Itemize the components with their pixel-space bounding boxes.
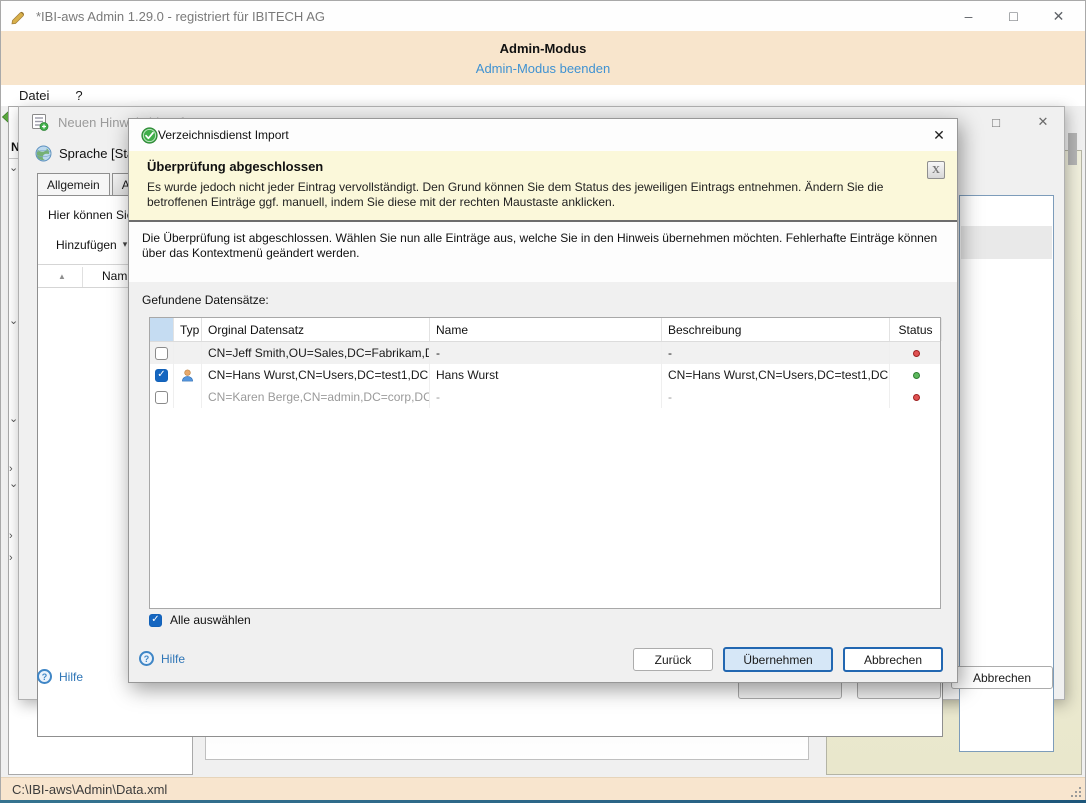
row-original: CN=Jeff Smith,OU=Sales,DC=Fabrikam,D... xyxy=(202,342,430,364)
header-checkbox-column[interactable] xyxy=(150,318,174,341)
window-controls: – □ ✕ xyxy=(946,1,1081,31)
side-list-header xyxy=(961,226,1052,259)
banner-dismiss-button[interactable]: X xyxy=(927,161,945,179)
hinweis-maximize-button[interactable]: □ xyxy=(979,111,1013,133)
select-all-row[interactable]: ✓ Alle auswählen xyxy=(149,613,251,627)
select-all-label: Alle auswählen xyxy=(170,613,251,627)
records-table: Typ Orginal Datensatz Name Beschreibung … xyxy=(149,317,941,609)
header-original-datensatz[interactable]: Orginal Datensatz xyxy=(202,318,430,341)
add-dropdown-button[interactable]: Hinzufügen ▾ xyxy=(48,234,135,255)
tab-allgemein[interactable]: Allgemein xyxy=(37,173,110,196)
menu-bar: Datei ? xyxy=(1,85,1085,106)
header-status[interactable]: Status xyxy=(890,318,942,341)
row-description: - xyxy=(662,342,890,364)
select-all-checkbox[interactable]: ✓ xyxy=(149,614,162,627)
import-description: Die Überprüfung ist abgeschlossen. Wähle… xyxy=(129,222,957,282)
back-button[interactable]: Zurück xyxy=(633,648,713,671)
status-dot xyxy=(913,350,920,357)
hint-text: Hier können Sie xyxy=(48,208,133,222)
import-dialog: Verzeichnisdienst Import ✕ Überprüfung a… xyxy=(128,118,958,683)
status-path: C:\IBI-aws\Admin\Data.xml xyxy=(12,782,167,797)
row-checkbox[interactable]: ✓ xyxy=(155,369,168,382)
row-name: - xyxy=(430,342,662,364)
app-window: *IBI-aws Admin 1.29.0 - registriert für … xyxy=(0,0,1086,803)
import-close-button[interactable]: ✕ xyxy=(929,126,949,144)
hinweis-help-label: Hilfe xyxy=(59,670,83,684)
resize-grip[interactable] xyxy=(1071,787,1081,797)
row-name: Hans Wurst xyxy=(430,364,662,386)
row-original: CN=Karen Berge,CN=admin,DC=corp,DC... xyxy=(202,386,430,408)
status-banner: Überprüfung abgeschlossen Es wurde jedoc… xyxy=(129,151,957,220)
import-help-link[interactable]: ? Hilfe xyxy=(139,651,185,666)
hinweis-help-link[interactable]: ? Hilfe xyxy=(37,669,83,684)
admin-mode-exit-link[interactable]: Admin-Modus beenden xyxy=(476,61,610,76)
minimize-button[interactable]: – xyxy=(946,1,991,31)
sort-asc-icon[interactable]: ▲ xyxy=(58,272,66,281)
user-icon xyxy=(180,368,195,383)
scrollbar-thumb[interactable] xyxy=(1068,133,1077,165)
table-header-row: Typ Orginal Datensatz Name Beschreibung … xyxy=(150,318,940,342)
globe-icon xyxy=(35,145,52,162)
check-icon: ✓ xyxy=(157,348,165,358)
dropdown-caret-icon: ▾ xyxy=(123,239,128,250)
table-row[interactable]: ✓ CN=Jeff Smith,OU=Sales,DC=Fabrikam,D..… xyxy=(150,342,940,364)
column-divider xyxy=(82,267,83,287)
check-icon: ✓ xyxy=(157,392,165,402)
row-original: CN=Hans Wurst,CN=Users,DC=test1,DC... xyxy=(202,364,430,386)
check-icon: ✓ xyxy=(151,615,159,625)
import-help-label: Hilfe xyxy=(161,652,185,666)
close-button[interactable]: ✕ xyxy=(1036,1,1081,31)
row-description: - xyxy=(662,386,890,408)
hinweis-cancel-button[interactable]: Abbrechen xyxy=(951,666,1053,689)
menu-item-datei[interactable]: Datei xyxy=(19,88,49,103)
header-typ[interactable]: Typ xyxy=(174,318,202,341)
row-description: CN=Hans Wurst,CN=Users,DC=test1,DC... xyxy=(662,364,890,386)
table-row[interactable]: ✓ CN=Karen Berge,CN=admin,DC=corp,DC... … xyxy=(150,386,940,408)
check-icon: ✓ xyxy=(157,370,165,380)
row-type xyxy=(174,386,202,408)
apply-button[interactable]: Übernehmen xyxy=(723,647,833,672)
status-bar: C:\IBI-aws\Admin\Data.xml xyxy=(1,777,1085,800)
help-icon: ? xyxy=(37,669,52,684)
help-icon: ? xyxy=(139,651,154,666)
success-check-icon xyxy=(141,127,158,144)
row-checkbox[interactable]: ✓ xyxy=(155,391,168,404)
row-checkbox[interactable]: ✓ xyxy=(155,347,168,360)
new-hint-icon xyxy=(31,113,49,131)
add-button-label: Hinzufügen xyxy=(56,238,117,252)
table-row[interactable]: ✓ CN=Hans Wurst,CN=Users,DC=test1,DC... … xyxy=(150,364,940,386)
import-dialog-title: Verzeichnisdienst Import xyxy=(158,128,289,142)
menu-item-help[interactable]: ? xyxy=(75,88,82,103)
app-logo-icon xyxy=(10,8,27,25)
row-type xyxy=(174,342,202,364)
row-type xyxy=(174,364,202,386)
admin-mode-banner: Admin-Modus Admin-Modus beenden xyxy=(1,31,1085,85)
status-dot xyxy=(913,394,920,401)
records-label: Gefundene Datensätze: xyxy=(142,293,269,307)
banner-heading: Überprüfung abgeschlossen xyxy=(147,159,917,174)
status-dot xyxy=(913,372,920,379)
admin-mode-heading: Admin-Modus xyxy=(500,41,587,56)
banner-text: Es wurde jedoch nicht jeder Eintrag verv… xyxy=(147,180,907,210)
cancel-button[interactable]: Abbrechen xyxy=(843,647,943,672)
row-name: - xyxy=(430,386,662,408)
window-title: *IBI-aws Admin 1.29.0 - registriert für … xyxy=(36,9,325,24)
maximize-button[interactable]: □ xyxy=(991,1,1036,31)
header-beschreibung[interactable]: Beschreibung xyxy=(662,318,890,341)
mini-column-name[interactable]: Nam xyxy=(102,269,127,283)
import-dialog-titlebar: Verzeichnisdienst Import ✕ xyxy=(129,119,957,151)
main-titlebar: *IBI-aws Admin 1.29.0 - registriert für … xyxy=(1,1,1085,31)
header-name[interactable]: Name xyxy=(430,318,662,341)
hinweis-close-button[interactable]: ✕ xyxy=(1026,111,1060,133)
